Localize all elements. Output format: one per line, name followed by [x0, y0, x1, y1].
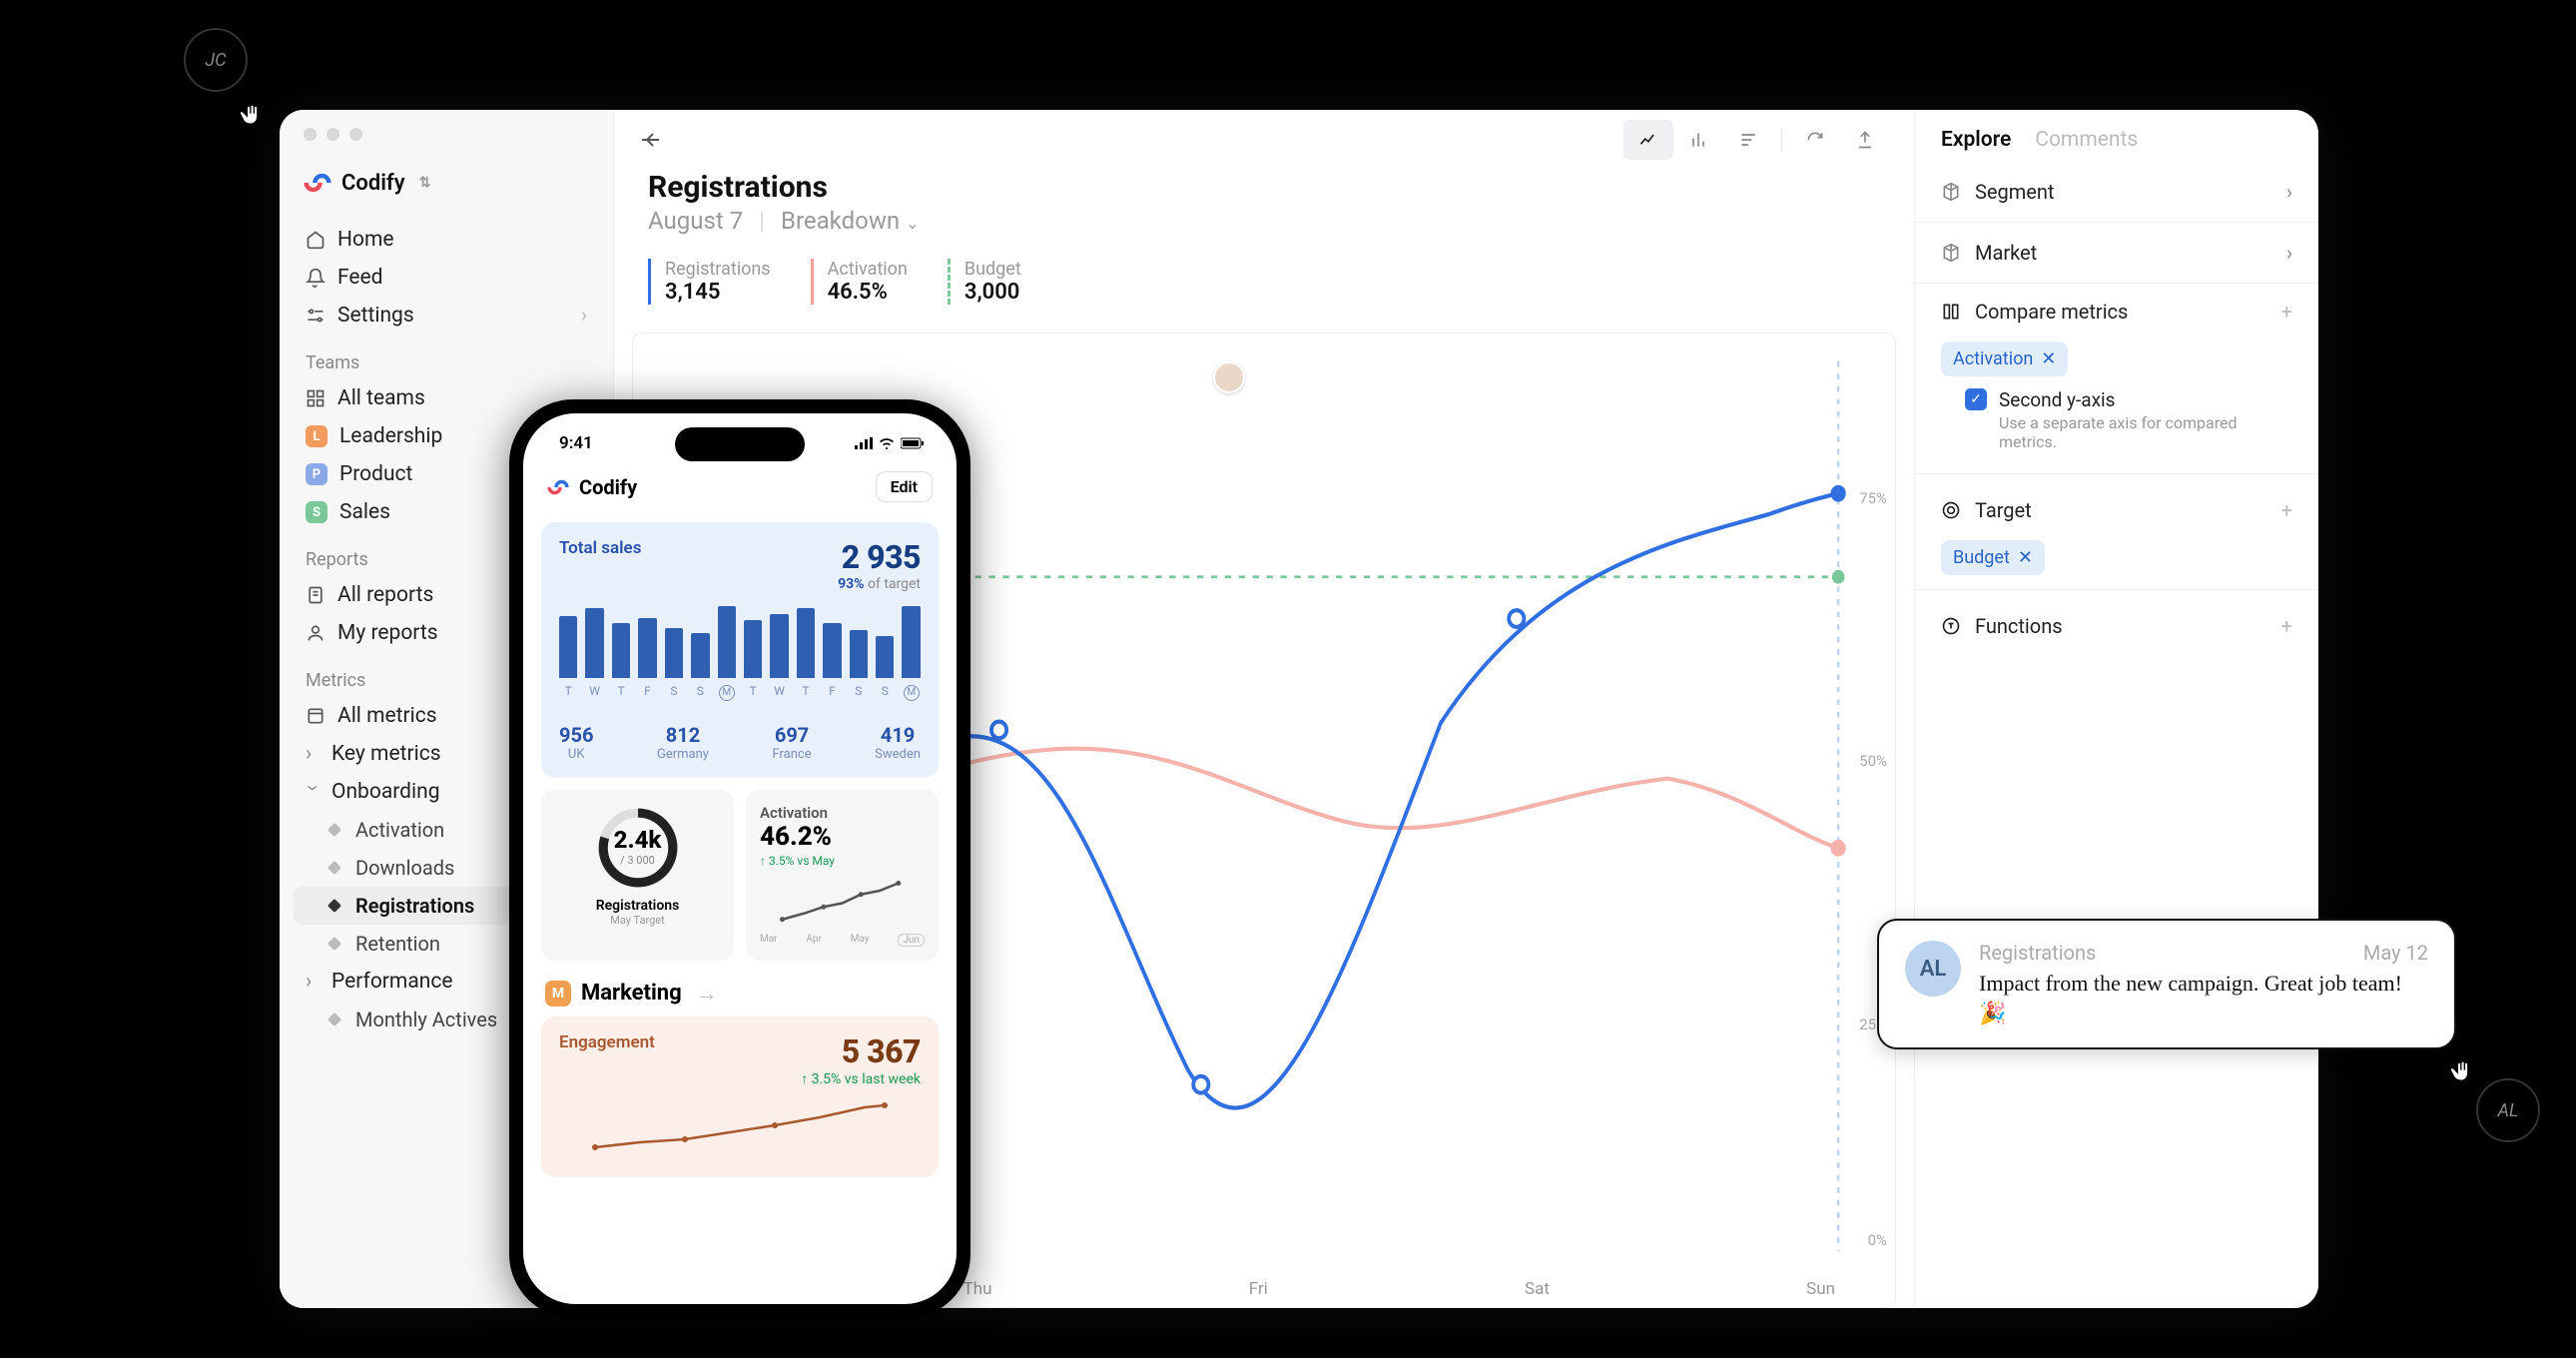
signal-icon: [855, 437, 873, 449]
y-tick: 50%: [1859, 752, 1887, 770]
remove-chip-icon[interactable]: ✕: [2041, 348, 2056, 369]
function-icon: [1941, 616, 1961, 636]
nav-settings[interactable]: Settings›: [294, 297, 599, 335]
chip-activation[interactable]: Activation✕: [1941, 341, 2068, 376]
breakdown-dropdown[interactable]: Breakdown ⌄: [781, 207, 919, 235]
back-button[interactable]: [638, 128, 662, 152]
add-target[interactable]: +: [2281, 498, 2292, 522]
comment-metric: Registrations: [1979, 941, 2096, 965]
section-marketing[interactable]: M Marketing →: [523, 973, 957, 1011]
remove-chip-icon[interactable]: ✕: [2018, 547, 2033, 568]
edit-button[interactable]: Edit: [876, 471, 933, 502]
chevron-right-icon: ›: [2286, 241, 2292, 265]
arrow-right-icon: →: [696, 981, 718, 1007]
kpi-row: Registrations3,145 Activation46.5% Budge…: [614, 235, 1914, 315]
card-engagement[interactable]: Engagement 5 367 ↑ 3.5% vs last week: [541, 1017, 939, 1177]
add-compare-metric[interactable]: +: [2281, 300, 2292, 324]
y-tick: 0%: [1868, 1231, 1887, 1249]
explore-panel: Explore Comments Segment› Market› Compar…: [1914, 110, 2318, 1308]
chevron-right-icon: ›: [2286, 180, 2292, 204]
brand-logo-icon: [304, 169, 331, 197]
panel-compare-header: Compare metrics+: [1915, 284, 2318, 330]
compare-icon: [1941, 302, 1961, 322]
chip-budget[interactable]: Budget✕: [1941, 540, 2045, 575]
view-list[interactable]: [1723, 120, 1773, 160]
tab-comments[interactable]: Comments: [2035, 128, 2138, 152]
tab-explore[interactable]: Explore: [1941, 128, 2011, 152]
cursor-hand-icon: [238, 102, 266, 130]
comment-text: Impact from the new campaign. Great job …: [1979, 969, 2428, 1027]
kpi-activation[interactable]: Activation46.5%: [811, 259, 908, 305]
brand-switcher[interactable]: Codify ⇅: [280, 155, 613, 211]
chevron-right-icon: ›: [581, 304, 587, 328]
export-button[interactable]: [1840, 120, 1890, 160]
topbar: [614, 110, 1914, 158]
chevron-right-icon: ›: [306, 742, 320, 766]
chevron-down-icon: ⌄: [906, 214, 919, 233]
collab-cursor-al: AL: [2476, 1078, 2540, 1142]
panel-functions-header: Functions+: [1915, 598, 2318, 644]
view-line-chart[interactable]: [1623, 120, 1673, 160]
add-function[interactable]: +: [2281, 614, 2292, 638]
section-teams: Teams: [294, 335, 599, 379]
battery-icon: [901, 437, 925, 449]
chevron-down-icon: ›: [301, 785, 324, 799]
bar-chart-axis: TWTFSSMTWTFSSM: [559, 684, 921, 701]
comment-card[interactable]: AL Registrations May 12 Impact from the n…: [1877, 919, 2456, 1049]
wifi-icon: [879, 437, 895, 449]
kpi-budget[interactable]: Budget3,000: [948, 259, 1021, 305]
phone-mockup: 9:41 Codify Edit Total sales 2 935 93% o…: [509, 399, 970, 1318]
target-icon: [1941, 500, 1961, 520]
second-yaxis-toggle[interactable]: ✓ Second y-axisUse a separate axis for c…: [1915, 382, 2318, 465]
card-activation-mini[interactable]: Activation 46.2% ↑ 3.5% vs May MarAprMay…: [746, 790, 939, 961]
panel-segment[interactable]: Segment›: [1915, 162, 2318, 223]
phone-notch: [675, 427, 805, 461]
checkbox-checked-icon: ✓: [1965, 388, 1987, 410]
nav-home[interactable]: Home: [294, 221, 599, 259]
panel-market[interactable]: Market›: [1915, 223, 2318, 284]
nav-feed[interactable]: Feed: [294, 259, 599, 297]
cube-icon: [1941, 243, 1961, 263]
cube-icon: [1941, 182, 1961, 202]
collab-cursor-jc: JC: [184, 28, 248, 92]
kpi-registrations[interactable]: Registrations3,145: [648, 259, 771, 305]
card-total-sales[interactable]: Total sales 2 935 93% of target TWTFSSMT…: [541, 522, 939, 778]
y-tick: 75%: [1859, 489, 1887, 507]
comment-date: May 12: [2363, 941, 2428, 965]
country-breakdown: 956UK812Germany697France419Sweden: [559, 713, 921, 762]
chevron-updown-icon: ⇅: [419, 175, 431, 191]
brand-name: Codify: [341, 171, 405, 196]
sales-bar-chart: [559, 606, 921, 678]
view-bar-chart[interactable]: [1673, 120, 1723, 160]
refresh-button[interactable]: [1790, 120, 1840, 160]
window-controls[interactable]: [280, 128, 613, 155]
page-header: Registrations August 7 | Breakdown ⌄: [614, 158, 1914, 235]
chevron-right-icon: ›: [306, 970, 320, 994]
page-title: Registrations: [648, 170, 1880, 205]
panel-target-header: Target+: [1915, 482, 2318, 528]
brand-logo-icon: [547, 476, 569, 498]
card-registrations-gauge[interactable]: 2.4k / 3 000 Registrations May Target: [541, 790, 734, 961]
cursor-hand-icon: [2448, 1058, 2476, 1086]
comment-avatar: AL: [1905, 941, 1961, 997]
header-date: August 7: [648, 207, 743, 235]
phone-header: Codify Edit: [523, 461, 957, 516]
